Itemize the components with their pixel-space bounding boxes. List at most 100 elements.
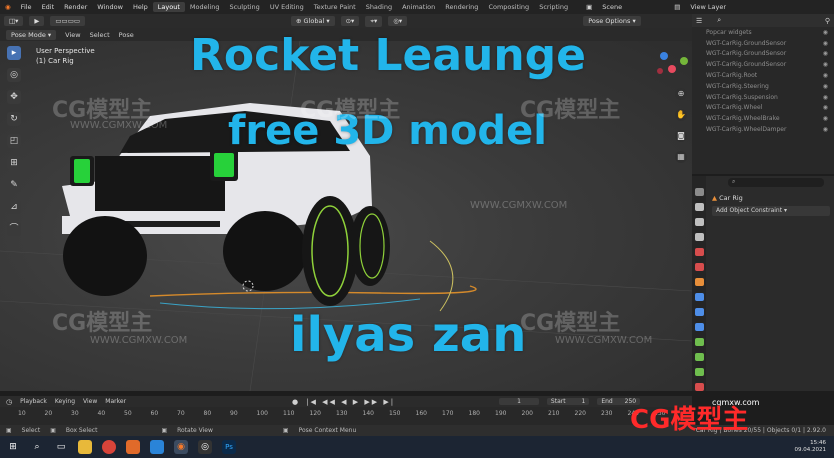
visibility-icon[interactable]: ◉ bbox=[823, 29, 828, 36]
camera-icon[interactable]: ◙ bbox=[675, 130, 687, 142]
tab-modeling[interactable]: Modeling bbox=[185, 2, 225, 12]
tab-shading[interactable]: Shading bbox=[361, 2, 397, 12]
menu-render[interactable]: Render bbox=[59, 3, 92, 11]
tab-sculpting[interactable]: Sculpting bbox=[224, 2, 264, 12]
outliner-row[interactable]: WGT-CarRig.Suspension ◉ bbox=[692, 92, 834, 103]
constraints-tab-icon[interactable] bbox=[694, 338, 704, 346]
data-tab-icon[interactable] bbox=[694, 353, 704, 361]
visibility-icon[interactable]: ◉ bbox=[823, 61, 828, 68]
scale-tool-icon[interactable]: ◰ bbox=[7, 134, 21, 148]
file-explorer-icon[interactable] bbox=[78, 440, 92, 454]
measure-tool-icon[interactable]: ⊿ bbox=[7, 200, 21, 214]
view-layer-selector[interactable]: View Layer bbox=[685, 3, 731, 11]
outliner-row[interactable]: WGT-CarRig.Steering ◉ bbox=[692, 81, 834, 92]
windows-start-icon[interactable]: ⊞ bbox=[6, 440, 20, 454]
modifier-tab-icon[interactable] bbox=[694, 293, 704, 301]
pose-options-dropdown[interactable]: Pose Options ▾ bbox=[583, 16, 641, 26]
tab-uv-editing[interactable]: UV Editing bbox=[265, 2, 309, 12]
object-name[interactable]: Car Rig bbox=[719, 194, 743, 202]
visibility-icon[interactable]: ◉ bbox=[823, 50, 828, 57]
tool-tab-icon[interactable] bbox=[694, 188, 704, 196]
tab-animation[interactable]: Animation bbox=[397, 2, 440, 12]
texture-tab-icon[interactable] bbox=[694, 383, 704, 391]
rotate-tool-icon[interactable]: ↻ bbox=[7, 112, 21, 126]
search-icon[interactable]: ⌕ bbox=[30, 440, 44, 454]
menu-keying[interactable]: Keying bbox=[55, 398, 75, 405]
visibility-icon[interactable]: ◉ bbox=[823, 94, 828, 101]
outliner-row[interactable]: WGT-CarRig.WheelDamper ◉ bbox=[692, 124, 834, 135]
menu-playback[interactable]: Playback bbox=[20, 398, 47, 405]
blender-logo-icon[interactable]: ◉ bbox=[0, 3, 16, 11]
select-tool-icon[interactable]: ▸ bbox=[7, 46, 21, 60]
tab-compositing[interactable]: Compositing bbox=[483, 2, 534, 12]
chrome-icon[interactable] bbox=[102, 440, 116, 454]
photoshop-icon[interactable]: Ps bbox=[222, 440, 236, 454]
menu-timeline-view[interactable]: View bbox=[83, 398, 97, 405]
tab-texture-paint[interactable]: Texture Paint bbox=[309, 2, 361, 12]
outliner-editor-icon[interactable]: ☰ bbox=[696, 17, 702, 25]
bone-tab-icon[interactable] bbox=[694, 368, 704, 376]
grid-view-icon[interactable]: ▦ bbox=[675, 151, 687, 163]
view-layer-icon[interactable]: ▤ bbox=[669, 3, 685, 11]
start-frame-field[interactable]: Start 1 bbox=[546, 398, 590, 405]
app-dark-icon[interactable]: ◎ bbox=[198, 440, 212, 454]
world-tab-icon[interactable] bbox=[694, 263, 704, 271]
snap-icon[interactable]: ⌖▾ bbox=[365, 15, 383, 27]
outliner-row[interactable]: WGT-CarRig.WheelBrake ◉ bbox=[692, 113, 834, 124]
tab-layout[interactable]: Layout bbox=[152, 2, 185, 12]
app-icon[interactable] bbox=[126, 440, 140, 454]
system-clock[interactable]: 15:46 09.04.2021 bbox=[795, 440, 827, 454]
view-layer-tab-icon[interactable] bbox=[694, 233, 704, 241]
menu-edit[interactable]: Edit bbox=[37, 3, 60, 11]
transform-orientation-select[interactable]: ⊕ Global ▾ bbox=[290, 16, 335, 26]
record-icon[interactable]: ● bbox=[292, 398, 298, 406]
tab-rendering[interactable]: Rendering bbox=[440, 2, 483, 12]
proportional-icon[interactable]: ◎▾ bbox=[388, 16, 408, 26]
blender-icon[interactable]: ◉ bbox=[174, 440, 188, 454]
cursor-tool-icon[interactable]: ◎ bbox=[7, 68, 21, 82]
task-view-icon[interactable]: ▭ bbox=[54, 440, 68, 454]
menu-select[interactable]: Select bbox=[90, 31, 110, 39]
particles-tab-icon[interactable] bbox=[694, 308, 704, 316]
properties-search[interactable]: ⌕ bbox=[728, 178, 824, 187]
scene-selector[interactable]: Scene bbox=[597, 3, 669, 11]
menu-marker[interactable]: Marker bbox=[105, 398, 126, 405]
visibility-icon[interactable]: ◉ bbox=[823, 104, 828, 111]
roll-tool-icon[interactable]: ⌒ bbox=[7, 222, 21, 236]
pivot-icon[interactable]: ⊙▾ bbox=[340, 16, 360, 26]
visibility-icon[interactable]: ◉ bbox=[823, 83, 828, 90]
zoom-icon[interactable]: ⊕ bbox=[675, 88, 687, 100]
playback-controls[interactable]: |◀ ◀◀ ◀ ▶ ▶▶ ▶| bbox=[306, 398, 395, 406]
menu-help[interactable]: Help bbox=[128, 3, 153, 11]
menu-file[interactable]: File bbox=[16, 3, 37, 11]
menu-window[interactable]: Window bbox=[92, 3, 128, 11]
add-constraint-button[interactable]: Add Object Constraint ▾ bbox=[712, 206, 830, 216]
current-frame-field[interactable]: 1 bbox=[499, 398, 539, 405]
menu-pose[interactable]: Pose bbox=[119, 31, 134, 39]
visibility-icon[interactable]: ◉ bbox=[823, 115, 828, 122]
outliner-row[interactable]: WGT-CarRig.GroundSensor ◉ bbox=[692, 38, 834, 49]
select-mode-button[interactable]: ▶ bbox=[29, 16, 45, 26]
transform-tool-icon[interactable]: ⊞ bbox=[7, 156, 21, 170]
select-box-icon[interactable]: ▭▭▭▭ bbox=[50, 16, 85, 26]
scene-tab-icon[interactable] bbox=[694, 248, 704, 256]
filter-icon[interactable]: ⚲ bbox=[825, 17, 830, 25]
scene-icon[interactable]: ▣ bbox=[581, 3, 597, 11]
object-tab-icon[interactable] bbox=[694, 278, 704, 286]
annotate-tool-icon[interactable]: ✎ bbox=[7, 178, 21, 192]
timeline-editor-icon[interactable]: ◷ bbox=[6, 398, 12, 406]
explorer-icon[interactable] bbox=[150, 440, 164, 454]
outliner-row[interactable]: WGT-CarRig.GroundSensor ◉ bbox=[692, 49, 834, 60]
pan-hand-icon[interactable]: ✋ bbox=[675, 109, 687, 121]
mode-dropdown[interactable]: Pose Mode ▾ bbox=[6, 29, 57, 40]
menu-view[interactable]: View bbox=[65, 31, 80, 39]
timeline-ruler[interactable]: 10 20 30 40 50 60 70 80 90 100 110 120 130 140 150 160 1… bbox=[0, 407, 692, 425]
outliner-row[interactable]: WGT-CarRig.GroundSensor ◉ bbox=[692, 59, 834, 70]
outliner-row[interactable]: WGT-CarRig.Wheel ◉ bbox=[692, 103, 834, 114]
physics-tab-icon[interactable] bbox=[694, 323, 704, 331]
visibility-icon[interactable]: ◉ bbox=[823, 72, 828, 79]
outliner-row[interactable]: Popcar widgets ◉ bbox=[692, 27, 834, 38]
outliner-row[interactable]: WGT-CarRig.Root ◉ bbox=[692, 70, 834, 81]
visibility-icon[interactable]: ◉ bbox=[823, 40, 828, 47]
render-tab-icon[interactable] bbox=[694, 203, 704, 211]
